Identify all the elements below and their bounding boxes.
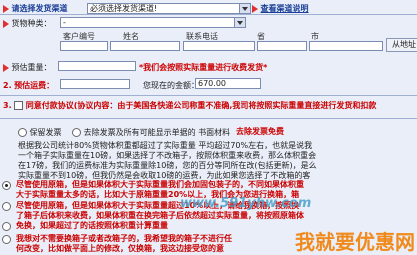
estimate-weight-input[interactable] bbox=[58, 61, 136, 71]
divider bbox=[0, 95, 417, 96]
cargo-label: 货物种类： bbox=[11, 19, 52, 28]
keep-invoice-label: 保留发票 bbox=[29, 128, 62, 137]
estimate-weight-label: 预估重量： bbox=[11, 63, 52, 72]
customer-id-input[interactable] bbox=[60, 41, 108, 51]
estimate-freight-input[interactable] bbox=[60, 79, 130, 89]
option3-text: 免换，如果超过了的话按照体积重计算重量 bbox=[16, 221, 168, 230]
agreement-checkbox[interactable] bbox=[14, 101, 24, 110]
city-input[interactable] bbox=[309, 41, 383, 51]
agreement-row: 3. 同意付款协议(协议内容：由于美国各快递公司称重不准确,我司将按照实际重量直… bbox=[3, 100, 417, 111]
remove-invoice-radio[interactable] bbox=[72, 128, 82, 137]
total-amount: 670.00 bbox=[195, 78, 261, 89]
estimate-freight-row: 2. 预估运费： bbox=[3, 80, 54, 91]
divider bbox=[0, 14, 417, 15]
channel-info-link[interactable]: 查看渠道说明 bbox=[261, 4, 309, 13]
remove-invoice-note: 去除发票免费 bbox=[236, 127, 284, 136]
remove-invoice-label: 去除发票及所有可能显示单据的 书面材料 bbox=[83, 128, 231, 137]
play-arrow-icon bbox=[252, 4, 258, 13]
agreement-text: 同意付款协议(协议内容：由于美国各快递公司称重不准确,我司将按照实际重量直接进行… bbox=[25, 101, 377, 110]
name-input[interactable] bbox=[110, 41, 180, 51]
shipping-channel-select[interactable]: 必须选择发货渠道! bbox=[87, 3, 251, 14]
play-arrow-icon bbox=[3, 63, 9, 72]
divider bbox=[0, 118, 417, 119]
option3-radio-wrap bbox=[2, 222, 12, 231]
weight-note: *我们会按照实际重量进行收费发货* bbox=[139, 63, 268, 72]
cargo-row: 货物种类： bbox=[3, 18, 52, 29]
invoice-row: 保留发票 去除发票及所有可能显示单据的 书面材料 bbox=[18, 127, 230, 138]
brand-watermark: 我就要优惠网 bbox=[295, 230, 415, 254]
from-address-button[interactable]: 从地址 bbox=[386, 38, 417, 52]
estimate-freight-label: 预估运费： bbox=[14, 81, 55, 90]
option4-radio-wrap bbox=[2, 235, 12, 244]
option2-radio-wrap bbox=[2, 202, 12, 211]
step-number: 2. bbox=[3, 81, 12, 90]
cargo-type-select[interactable]: - bbox=[60, 17, 246, 28]
shipping-row: 请选择发货渠道 bbox=[3, 3, 68, 14]
play-arrow-icon bbox=[3, 4, 9, 13]
province-input[interactable] bbox=[257, 41, 307, 51]
volume-weight-explanation: 根据我公司统计80%货物体积重都超过了实际重量 平均超过70%左右，也就是说我一… bbox=[18, 141, 317, 180]
option2-radio[interactable] bbox=[2, 202, 11, 211]
option4-radio[interactable] bbox=[2, 235, 11, 244]
keep-invoice-radio[interactable] bbox=[18, 128, 27, 137]
phone-input[interactable] bbox=[183, 41, 255, 51]
option1-radio[interactable] bbox=[2, 181, 11, 190]
agreement-number: 3. bbox=[3, 101, 12, 110]
estimate-weight-row: 预估重量： bbox=[3, 62, 52, 73]
option3-radio[interactable] bbox=[2, 222, 11, 231]
chevron-down-icon bbox=[234, 18, 245, 27]
option1-radio-wrap bbox=[2, 181, 12, 190]
total-label: 您现在的金额： bbox=[143, 81, 199, 90]
option4-text: 我想对不需要换箱子或者改箱子的，我希望我的箱子不进行任何改变，比如做平面上的修改… bbox=[16, 234, 232, 253]
play-arrow-icon bbox=[3, 19, 9, 28]
channel-info-link-wrap: 查看渠道说明 bbox=[252, 3, 309, 14]
chevron-down-icon bbox=[239, 4, 250, 13]
shipping-label: 请选择发货渠道 bbox=[11, 4, 68, 13]
site-watermark: www.591yhw.com bbox=[180, 196, 312, 211]
